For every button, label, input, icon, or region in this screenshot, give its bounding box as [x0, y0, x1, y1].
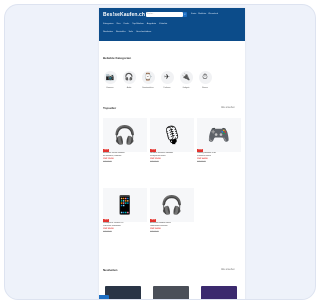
category-label: Smartwatches: [142, 87, 154, 89]
headphones-icon: 🎧: [122, 71, 136, 84]
category-item[interactable]: ✈ Drohnen: [160, 71, 174, 89]
search-button[interactable]: ⌕: [183, 12, 187, 17]
new-product-image[interactable]: [153, 286, 189, 299]
discount-badge: -25%: [197, 149, 204, 152]
chat-button[interactable]: [99, 295, 109, 299]
category-label: Gadgets: [182, 87, 190, 89]
discount-badge: -30%: [150, 219, 157, 222]
site-header: Bes!seKaufen.ch Suche... ⌕ Konto Merklis…: [99, 8, 245, 41]
product-card[interactable]: 🎧 -20% Bluetooth Stereo Headset mit Mikr…: [103, 118, 147, 182]
main-nav: Kategorien Neu Deals Top-Marken Angebote…: [103, 23, 167, 25]
secondary-nav: Neuheiten Bestseller Sale Geschenkideen: [103, 31, 151, 33]
search-input[interactable]: Suche...: [146, 12, 183, 17]
gaming-headset-icon: 🎮: [207, 124, 231, 145]
watch-icon: ⌚: [141, 71, 155, 84]
header-link-account[interactable]: Konto: [191, 12, 196, 17]
product-old-price: CHF 59.90: [197, 160, 206, 163]
headphones-icon: 🎧: [160, 194, 184, 215]
product-old-price: CHF 99.90: [103, 230, 112, 233]
category-item[interactable]: 🔌 Gadgets: [179, 71, 193, 89]
new-product-image[interactable]: [105, 286, 141, 299]
header-link-cart[interactable]: Warenkorb: [208, 12, 218, 17]
product-image[interactable]: 🎧 -20%: [103, 118, 147, 152]
discount-badge: -10%: [103, 219, 110, 222]
product-image[interactable]: 📱 -10%: [103, 188, 147, 222]
camera-icon: 📷: [103, 71, 117, 84]
new-product-image[interactable]: [201, 286, 237, 299]
discount-badge: -20%: [103, 149, 110, 152]
neuheiten-title: Neuheiten: [103, 268, 118, 272]
header-link-wishlist[interactable]: Merkliste: [198, 12, 206, 17]
category-item[interactable]: 🎧 Audio: [122, 71, 136, 89]
smartphone-icon: 📱: [113, 194, 137, 215]
categories-title: Beliebte Kategorien: [103, 56, 132, 60]
drone-icon: ✈: [160, 71, 174, 84]
product-image[interactable]: 🎧 -30%: [150, 188, 194, 222]
nav-item[interactable]: Deals: [124, 23, 130, 25]
nav-item[interactable]: Kategorien: [103, 23, 114, 25]
product-card[interactable]: 🎮 -25% Gaming Headset RGB Surround Sound…: [197, 118, 241, 182]
category-label: Kameras: [106, 87, 114, 89]
product-card[interactable]: 🎙 -15% Wireless Business Headset Freispr…: [150, 118, 194, 182]
category-label: Fitness: [202, 87, 208, 89]
product-old-price: CHF 34.90: [150, 160, 159, 163]
webpage: Bes!seKaufen.ch Suche... ⌕ Konto Merklis…: [99, 8, 245, 299]
category-label: Audio: [126, 87, 132, 89]
nav-item[interactable]: Zubehör: [159, 23, 167, 25]
nav-item[interactable]: Bestseller: [116, 31, 126, 33]
discount-badge: -15%: [150, 149, 157, 152]
product-old-price: CHF 49.90: [103, 160, 112, 163]
product-image[interactable]: 🎙 -15%: [150, 118, 194, 152]
product-image[interactable]: 🎮 -25%: [197, 118, 241, 152]
nav-item[interactable]: Neuheiten: [103, 31, 113, 33]
site-logo[interactable]: Bes!seKaufen.ch: [103, 12, 145, 18]
fitness-icon: ⏱: [198, 71, 212, 84]
headphones-icon: 🎧: [113, 124, 137, 145]
nav-item[interactable]: Top-Marken: [132, 23, 144, 25]
product-card[interactable]: 📱 -10% Smartphone Gimbal Pro 3-Achsen St…: [103, 188, 147, 252]
topseller-title: Topseller: [103, 106, 117, 110]
search-icon: ⌕: [184, 12, 186, 16]
category-item[interactable]: ⏱ Fitness: [198, 71, 212, 89]
header-links: Konto Merkliste Warenkorb: [191, 12, 218, 17]
category-label: Drohnen: [163, 87, 171, 89]
nav-item[interactable]: Angebote: [147, 23, 156, 25]
category-list: 📷 Kameras 🎧 Audio ⌚ Smartwatches ✈ Drohn…: [103, 71, 212, 89]
gadget-icon: 🔌: [179, 71, 193, 84]
category-item[interactable]: 📷 Kameras: [103, 71, 117, 89]
category-item[interactable]: ⌚ Smartwatches: [141, 71, 155, 89]
neuheiten-more-link[interactable]: Alle ansehen: [221, 268, 235, 271]
product-card[interactable]: 🎧 -30% Bluetooth Headset Mono Ladestatio…: [150, 188, 194, 252]
headset-icon: 🎙: [160, 124, 184, 145]
product-old-price: CHF 34.90: [150, 230, 159, 233]
nav-item[interactable]: Geschenkideen: [136, 31, 151, 33]
nav-item[interactable]: Neu: [117, 23, 121, 25]
nav-item[interactable]: Sale: [129, 31, 133, 33]
topseller-more-link[interactable]: Alle ansehen: [221, 106, 235, 109]
screenshot-card: Bes!seKaufen.ch Suche... ⌕ Konto Merklis…: [4, 4, 316, 300]
